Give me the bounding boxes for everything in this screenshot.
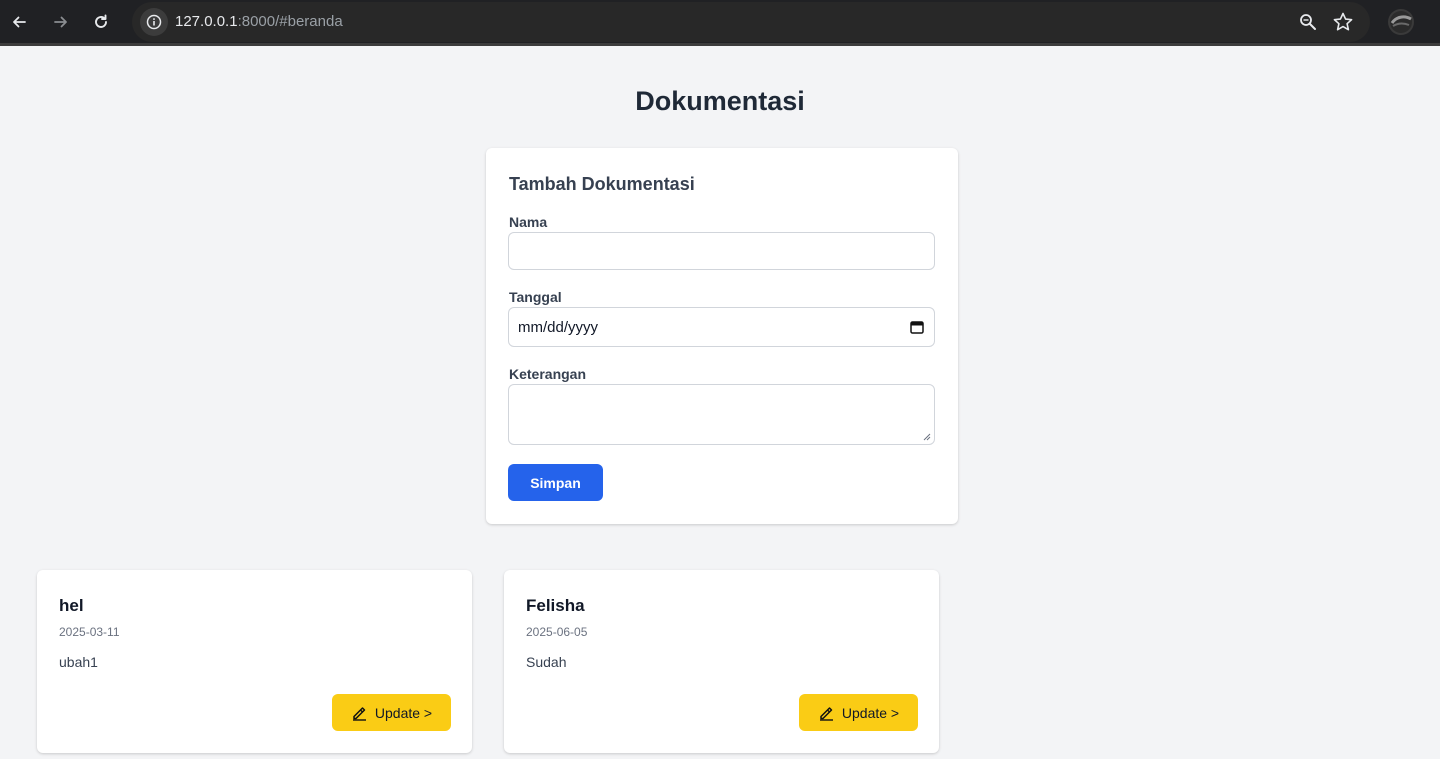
reload-icon <box>95 14 107 28</box>
avatar-icon <box>1390 11 1412 33</box>
url-host: 127.0.0.1 <box>175 13 238 30</box>
star-icon <box>1333 12 1353 31</box>
date-placeholder: mm/dd/yyyy <box>518 319 599 336</box>
form-title: Tambah Dokumentasi <box>509 174 695 194</box>
card-name: hel <box>59 596 84 615</box>
tanggal-date-input[interactable]: mm/dd/yyyy <box>508 307 935 347</box>
keterangan-textarea[interactable] <box>508 384 935 445</box>
keterangan-label: Keterangan <box>509 366 587 382</box>
resize-handle-icon[interactable] <box>922 432 931 441</box>
update-button-label: Update > <box>374 704 433 721</box>
card-date: 2025-06-05 <box>526 625 588 639</box>
forward-arrow-icon <box>54 16 67 28</box>
update-button[interactable]: Update > <box>799 694 918 731</box>
browser-toolbar: 127.0.0.1:8000/#beranda <box>0 0 1440 46</box>
update-button[interactable]: Update > <box>332 694 451 731</box>
nama-input[interactable] <box>508 232 935 270</box>
update-button-label: Update > <box>841 704 900 721</box>
reload-button[interactable] <box>87 8 115 36</box>
documentation-card: Felisha 2025-06-05 Sudah Update > <box>504 570 939 753</box>
back-button[interactable] <box>5 8 33 36</box>
forward-button[interactable] <box>47 8 75 36</box>
tanggal-label: Tanggal <box>509 289 562 305</box>
add-documentation-form: Tambah Dokumentasi Nama Tanggal mm/dd/yy… <box>486 148 958 524</box>
bookmark-button[interactable] <box>1332 11 1354 38</box>
calendar-icon[interactable] <box>910 320 924 334</box>
zoom-icon <box>1300 14 1316 30</box>
pencil-icon <box>819 707 833 721</box>
url-path: :8000/#beranda <box>237 13 343 30</box>
nama-label: Nama <box>509 214 548 230</box>
address-bar[interactable]: 127.0.0.1:8000/#beranda <box>132 2 1370 42</box>
url-text[interactable]: 127.0.0.1:8000/#beranda <box>175 13 343 31</box>
profile-avatar[interactable] <box>1388 9 1414 35</box>
simpan-button[interactable]: Simpan <box>508 464 603 501</box>
card-name: Felisha <box>526 596 585 615</box>
info-icon <box>146 14 162 30</box>
zoom-button[interactable] <box>1298 12 1318 37</box>
page-title: Dokumentasi <box>635 86 805 116</box>
back-arrow-icon <box>13 16 26 28</box>
card-description: Sudah <box>526 654 567 670</box>
card-description: ubah1 <box>59 654 98 670</box>
documentation-card: hel 2025-03-11 ubah1 Update > <box>37 570 472 753</box>
site-info-button[interactable] <box>140 8 168 36</box>
card-date: 2025-03-11 <box>59 625 120 639</box>
pencil-icon <box>352 707 366 721</box>
